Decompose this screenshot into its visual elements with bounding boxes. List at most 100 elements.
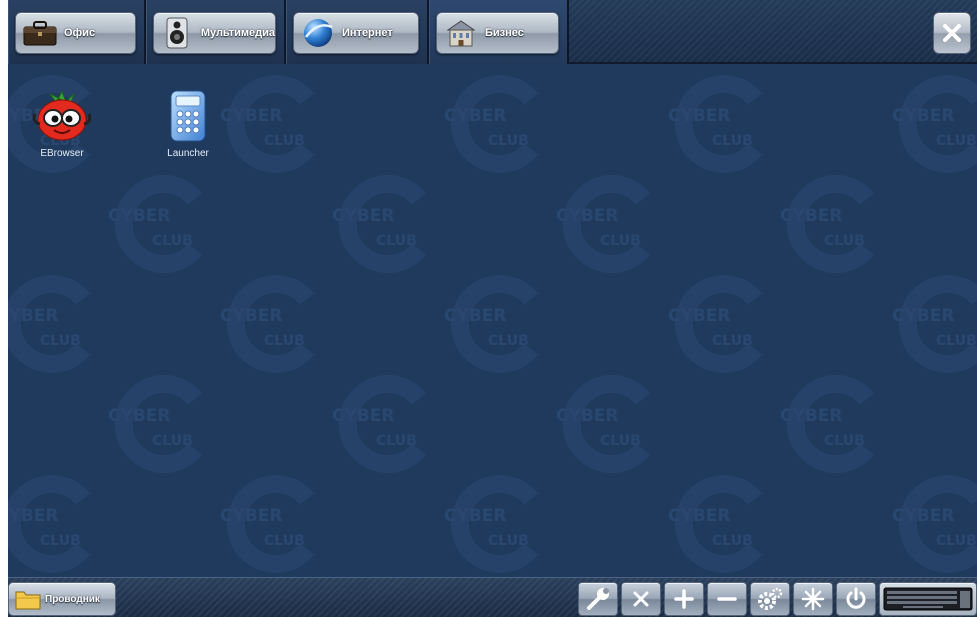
svg-text:CYBER: CYBER bbox=[668, 106, 730, 126]
watermark-logo: CYBER CLUB bbox=[212, 469, 332, 577]
svg-text:CLUB: CLUB bbox=[600, 433, 641, 449]
keyboard-icon bbox=[883, 587, 973, 611]
svg-text:CLUB: CLUB bbox=[936, 533, 977, 549]
watermark-logo: CYBER CLUB bbox=[884, 269, 977, 379]
svg-text:CLUB: CLUB bbox=[40, 533, 81, 549]
watermark-logo: CYBER CLUB bbox=[772, 169, 892, 279]
settings-wrench-button[interactable] bbox=[578, 582, 618, 616]
keyboard-button[interactable] bbox=[879, 582, 977, 616]
svg-text:CYBER: CYBER bbox=[444, 306, 506, 326]
svg-text:CYBER: CYBER bbox=[668, 306, 730, 326]
top-category-bar: Офис Мультимедиа Интернет Бизнес bbox=[8, 0, 977, 64]
svg-text:CYBER: CYBER bbox=[220, 106, 282, 126]
internet-button[interactable]: Интернет bbox=[293, 12, 419, 54]
system-settings-button[interactable] bbox=[750, 582, 790, 616]
watermark-logo: CYBER CLUB bbox=[324, 169, 444, 279]
tab-office: Офис bbox=[8, 0, 146, 64]
briefcase-icon bbox=[22, 17, 58, 49]
desktop-icon-label: Launcher bbox=[167, 148, 209, 159]
svg-text:CLUB: CLUB bbox=[152, 233, 193, 249]
svg-text:CLUB: CLUB bbox=[712, 133, 753, 149]
svg-text:CYBER: CYBER bbox=[108, 206, 170, 226]
svg-text:CLUB: CLUB bbox=[488, 533, 529, 549]
office-button[interactable]: Офис bbox=[15, 12, 136, 54]
close-icon bbox=[943, 24, 961, 42]
svg-text:CLUB: CLUB bbox=[824, 233, 865, 249]
watermark-logo: CYBER CLUB bbox=[548, 369, 668, 479]
svg-text:CYBER: CYBER bbox=[444, 106, 506, 126]
svg-text:CYBER: CYBER bbox=[892, 506, 954, 526]
taskbar-tools bbox=[575, 582, 977, 616]
desktop-icon-label: EBrowser bbox=[40, 148, 84, 159]
svg-text:CYBER: CYBER bbox=[668, 506, 730, 526]
watermark-logo: CYBER CLUB bbox=[660, 69, 780, 179]
zoom-out-button[interactable] bbox=[707, 582, 747, 616]
watermark-logo: CYBER CLUB bbox=[436, 269, 556, 379]
brightness-button[interactable] bbox=[793, 582, 833, 616]
tab-label: Мультимедиа bbox=[200, 27, 275, 39]
building-icon bbox=[443, 17, 479, 49]
close-x-icon bbox=[633, 591, 649, 607]
taskbar: Проводник bbox=[8, 577, 977, 617]
svg-text:CYBER: CYBER bbox=[892, 106, 954, 126]
svg-text:CYBER: CYBER bbox=[556, 206, 618, 226]
watermark-logo: CYBER CLUB bbox=[548, 169, 668, 279]
tab-multimedia: Мультимедиа bbox=[146, 0, 286, 64]
svg-text:CLUB: CLUB bbox=[712, 333, 753, 349]
watermark-logo: CYBER CLUB bbox=[100, 369, 220, 479]
watermark-logo: CYBER CLUB bbox=[884, 69, 977, 179]
svg-text:CLUB: CLUB bbox=[376, 233, 417, 249]
watermark-logo: CYBER CLUB bbox=[324, 369, 444, 479]
svg-text:CLUB: CLUB bbox=[376, 433, 417, 449]
svg-text:CYBER: CYBER bbox=[780, 406, 842, 426]
svg-text:CLUB: CLUB bbox=[600, 233, 641, 249]
asterisk-icon bbox=[801, 587, 825, 611]
svg-text:CLUB: CLUB bbox=[936, 133, 977, 149]
svg-text:CLUB: CLUB bbox=[264, 333, 305, 349]
explorer-button[interactable]: Проводник bbox=[8, 582, 116, 616]
svg-text:CYBER: CYBER bbox=[332, 206, 394, 226]
svg-text:CLUB: CLUB bbox=[152, 433, 193, 449]
svg-text:CLUB: CLUB bbox=[40, 333, 81, 349]
watermark-logo: CYBER CLUB bbox=[8, 469, 108, 577]
svg-text:CYBER: CYBER bbox=[556, 406, 618, 426]
svg-text:CLUB: CLUB bbox=[936, 333, 977, 349]
tab-label: Офис bbox=[64, 27, 96, 39]
zoom-in-button[interactable] bbox=[664, 582, 704, 616]
power-icon bbox=[846, 587, 866, 609]
globe-icon bbox=[300, 17, 336, 49]
close-window-button[interactable] bbox=[621, 582, 661, 616]
svg-text:CLUB: CLUB bbox=[712, 533, 753, 549]
svg-text:CLUB: CLUB bbox=[264, 133, 305, 149]
calculator-icon bbox=[148, 86, 228, 146]
power-button[interactable] bbox=[836, 582, 876, 616]
svg-text:CYBER: CYBER bbox=[444, 506, 506, 526]
category-tabs: Офис Мультимедиа Интернет Бизнес bbox=[8, 0, 569, 64]
folder-icon bbox=[15, 591, 41, 610]
watermark-logo: CYBER CLUB bbox=[436, 469, 556, 577]
svg-text:CLUB: CLUB bbox=[488, 333, 529, 349]
tab-label: Интернет bbox=[342, 27, 393, 39]
watermark-logo: CYBER CLUB bbox=[212, 269, 332, 379]
multimedia-button[interactable]: Мультимедиа bbox=[153, 12, 276, 54]
watermark-logo: CYBER CLUB bbox=[660, 469, 780, 577]
watermark-logo: CYBER CLUB bbox=[100, 169, 220, 279]
desktop-area: CYBER CLUB CYBER CLUB CYBER CLUB CYBER CLUB CYBE… bbox=[8, 64, 977, 577]
svg-text:CYBER: CYBER bbox=[8, 306, 58, 326]
watermark-logo: CYBER CLUB bbox=[212, 69, 332, 179]
svg-text:CLUB: CLUB bbox=[264, 533, 305, 549]
desktop-icon-ebrowser[interactable]: EBrowser bbox=[22, 86, 102, 159]
watermark-logo: CYBER CLUB bbox=[436, 69, 556, 179]
desktop-icon-launcher[interactable]: Launcher bbox=[148, 86, 228, 159]
svg-text:CYBER: CYBER bbox=[780, 206, 842, 226]
watermark-logo: CYBER CLUB bbox=[772, 369, 892, 479]
business-button[interactable]: Бизнес bbox=[436, 12, 559, 54]
svg-text:CYBER: CYBER bbox=[220, 506, 282, 526]
watermark-logo: CYBER CLUB bbox=[660, 269, 780, 379]
tab-label: Бизнес bbox=[485, 27, 524, 39]
wrench-icon bbox=[587, 588, 609, 610]
svg-text:CYBER: CYBER bbox=[8, 506, 58, 526]
explorer-label: Проводник bbox=[45, 593, 100, 605]
watermark-logo: CYBER CLUB bbox=[8, 269, 108, 379]
close-button[interactable] bbox=[933, 12, 971, 54]
